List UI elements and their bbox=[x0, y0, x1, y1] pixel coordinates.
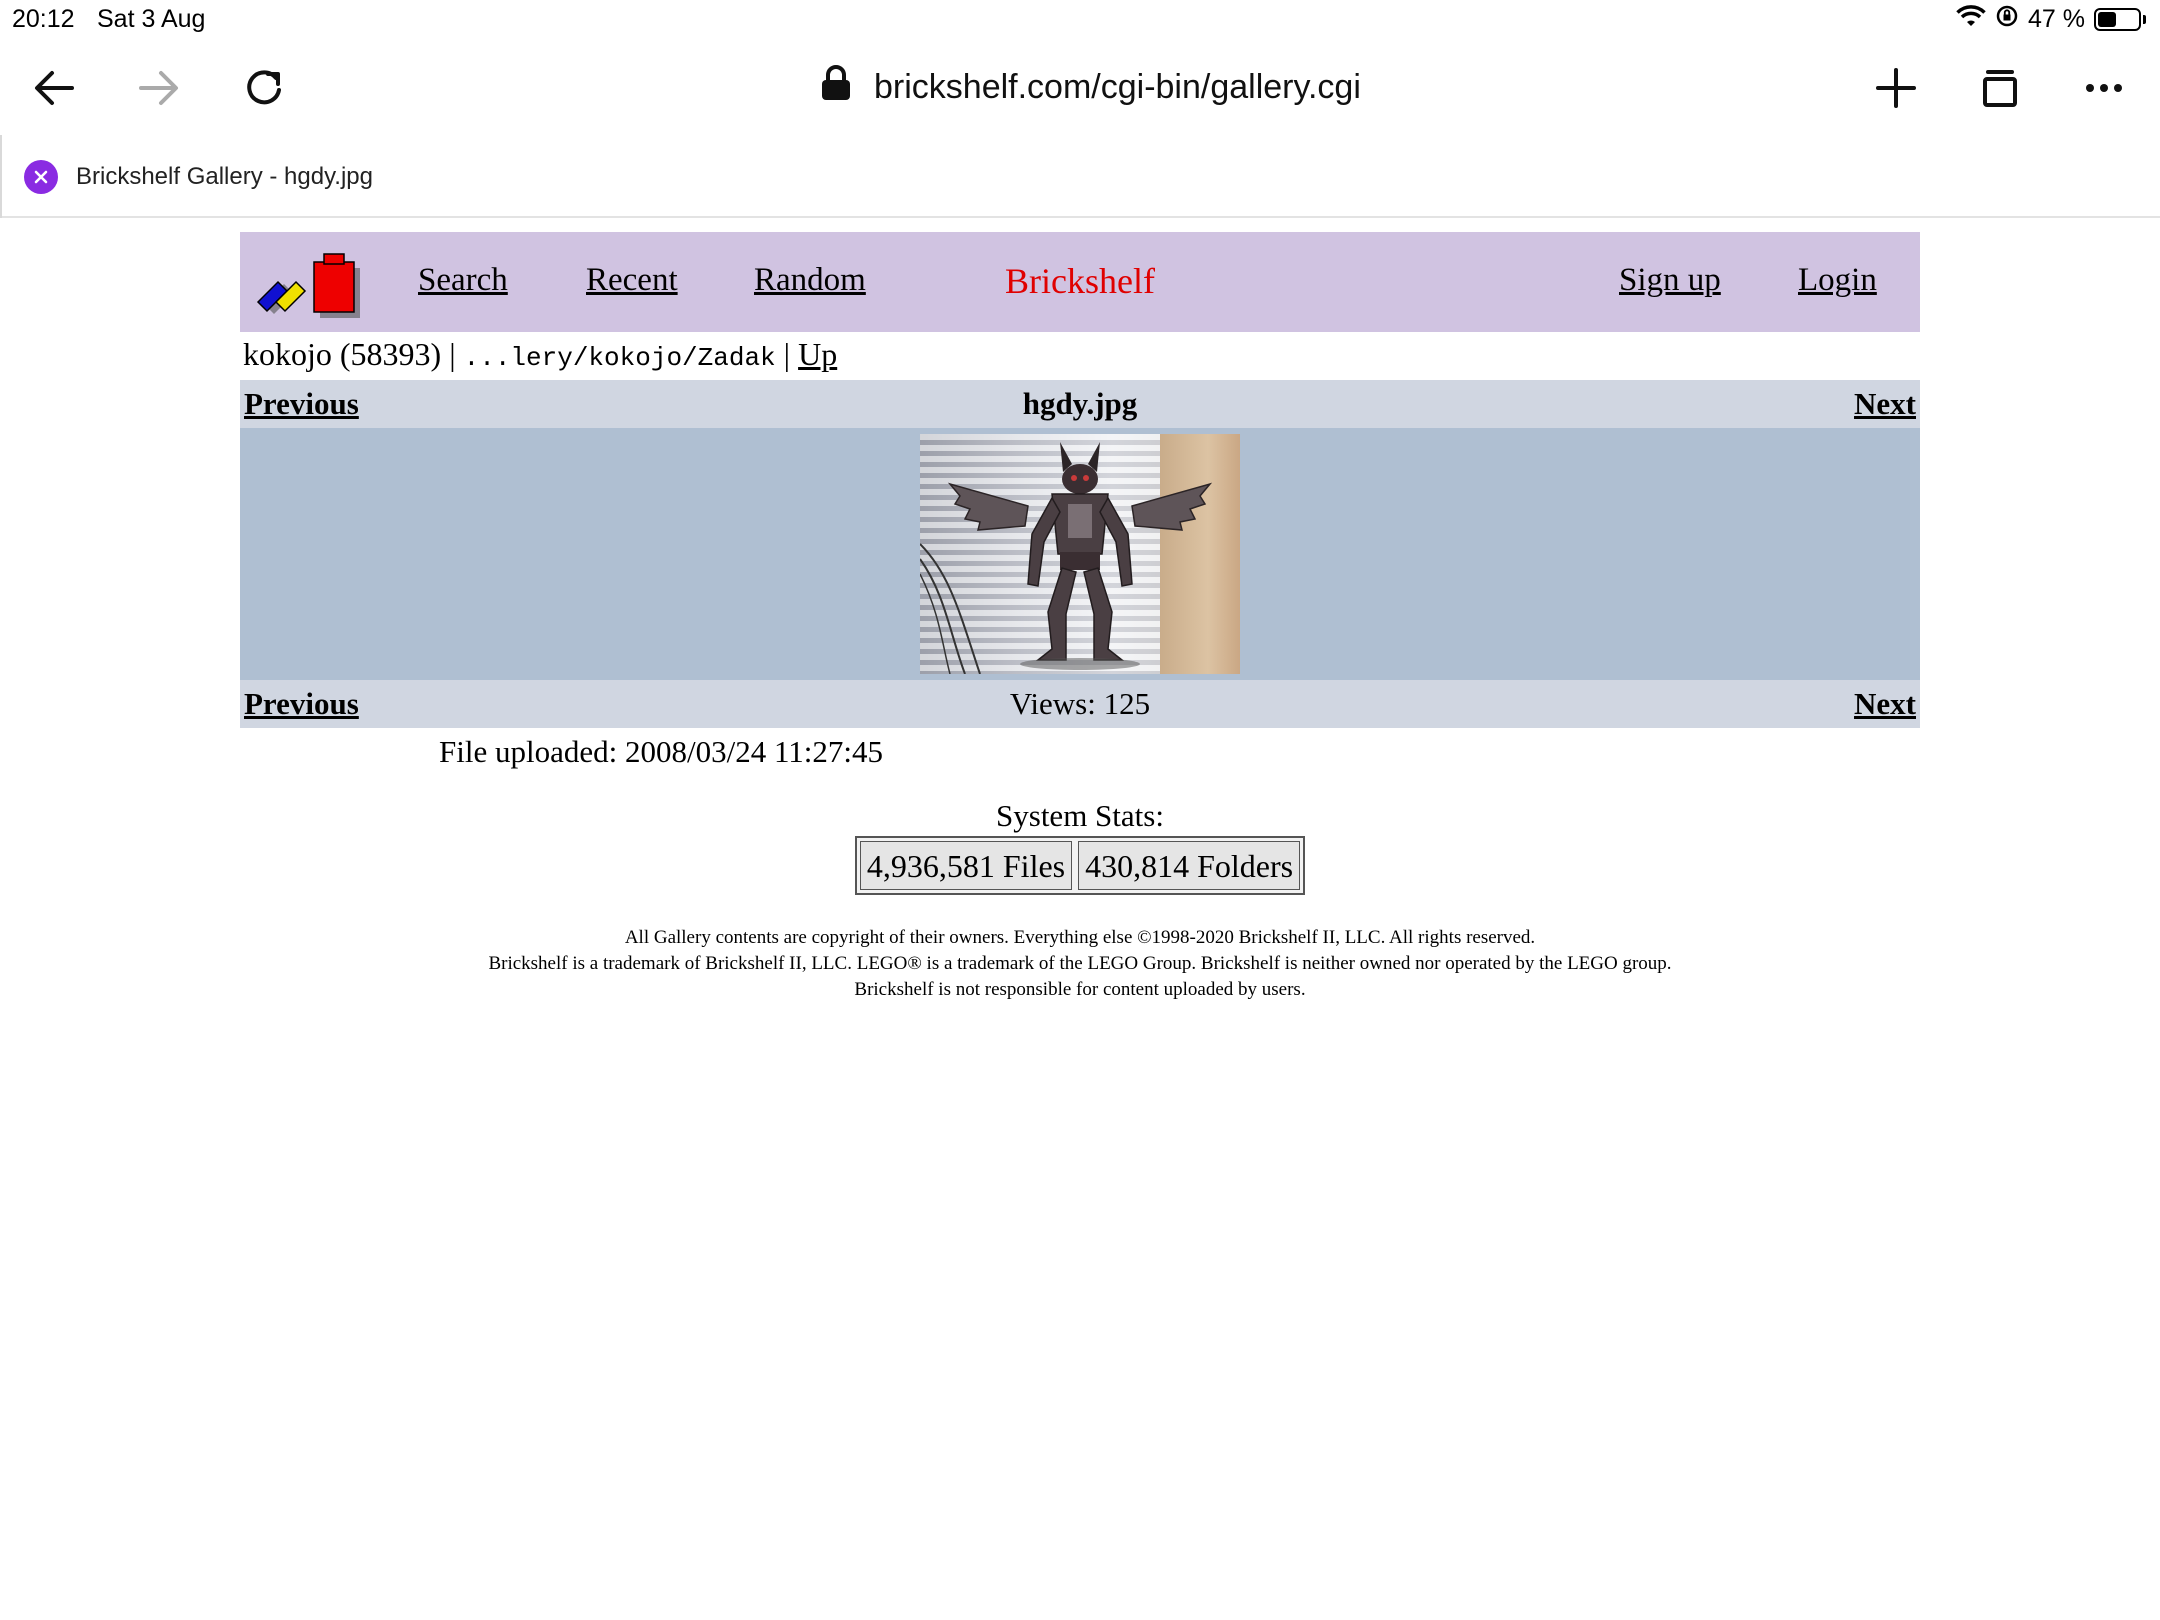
lock-icon bbox=[820, 64, 852, 111]
reload-icon[interactable] bbox=[236, 60, 292, 116]
close-icon[interactable] bbox=[24, 159, 58, 194]
breadcrumb-up-link[interactable]: Up bbox=[798, 336, 837, 372]
footer-disclaimer: Brickshelf is not responsible for conten… bbox=[854, 979, 1306, 1000]
stats-title: System Stats: bbox=[996, 798, 1164, 833]
nav-search-link[interactable]: Search bbox=[418, 262, 508, 299]
tabs-icon[interactable] bbox=[1972, 60, 2028, 116]
forward-arrow-icon[interactable] bbox=[131, 60, 187, 116]
status-time: 20:12 bbox=[12, 5, 75, 33]
footer-trademark: Brickshelf is a trademark of Brickshelf … bbox=[488, 953, 1672, 974]
page-content: Search Recent Random Brickshelf Sign up … bbox=[240, 232, 1920, 1003]
nav-login-link[interactable]: Login bbox=[1798, 262, 1877, 299]
upload-timestamp: File uploaded: 2008/03/24 11:27:45 bbox=[439, 734, 884, 769]
nav-signup-link[interactable]: Sign up bbox=[1619, 262, 1721, 299]
plus-icon[interactable] bbox=[1868, 60, 1924, 116]
wifi-icon bbox=[1956, 4, 1986, 35]
tab-brickshelf-gallery[interactable]: Brickshelf Gallery - hgdy.jpg bbox=[0, 135, 560, 218]
more-icon[interactable] bbox=[2076, 60, 2132, 116]
url-text[interactable]: brickshelf.com/cgi-bin/gallery.cgi bbox=[874, 68, 1361, 107]
breadcrumb-separator: | bbox=[783, 336, 791, 372]
status-bar: 20:12 Sat 3 Aug 47 % bbox=[0, 0, 2160, 40]
orientation-lock-icon bbox=[1995, 4, 2019, 35]
stats-files: 4,936,581 Files bbox=[859, 841, 1073, 890]
viewer-top-nav: Previous hgdy.jpg Next bbox=[240, 380, 1920, 428]
views-count: Views: 125 bbox=[1009, 686, 1151, 721]
stats-table: 4,936,581 Files 430,814 Folders bbox=[854, 836, 1306, 895]
footer: All Gallery contents are copyright of th… bbox=[240, 925, 1920, 1003]
status-indicators: 47 % bbox=[1956, 4, 2146, 35]
status-date: Sat 3 Aug bbox=[97, 5, 206, 33]
tab-strip: Brickshelf Gallery - hgdy.jpg bbox=[0, 135, 2160, 218]
brand-title: Brickshelf bbox=[1005, 261, 1155, 301]
nav-recent-link[interactable]: Recent bbox=[586, 262, 678, 299]
brickshelf-logo[interactable] bbox=[254, 246, 364, 322]
viewer-bottom-nav: Previous Views: 125 Next bbox=[240, 680, 1920, 728]
image-area bbox=[240, 428, 1920, 680]
stats-folders: 430,814 Folders bbox=[1078, 841, 1301, 890]
battery-icon bbox=[2094, 8, 2141, 31]
nav-random-link[interactable]: Random bbox=[754, 262, 866, 299]
next-link-bottom[interactable]: Next bbox=[1854, 686, 1916, 722]
footer-copyright: All Gallery contents are copyright of th… bbox=[624, 927, 1536, 948]
breadcrumb-user: kokojo (58393) | bbox=[243, 336, 456, 372]
image-filename: hgdy.jpg bbox=[1022, 386, 1138, 421]
address-bar[interactable]: brickshelf.com/cgi-bin/gallery.cgi bbox=[820, 62, 1361, 112]
breadcrumb-path: ...lery/kokojo/Zadak bbox=[463, 343, 776, 373]
site-header: Search Recent Random Brickshelf Sign up … bbox=[240, 232, 1920, 332]
breadcrumb: kokojo (58393) | ...lery/kokojo/Zadak | … bbox=[240, 332, 1920, 380]
back-arrow-icon[interactable] bbox=[26, 60, 82, 116]
battery-percent: 47 % bbox=[2028, 5, 2085, 33]
gallery-photo[interactable] bbox=[920, 434, 1240, 674]
tab-title: Brickshelf Gallery - hgdy.jpg bbox=[76, 162, 373, 190]
browser-toolbar: brickshelf.com/cgi-bin/gallery.cgi bbox=[0, 40, 2160, 135]
next-link-top[interactable]: Next bbox=[1854, 386, 1916, 422]
